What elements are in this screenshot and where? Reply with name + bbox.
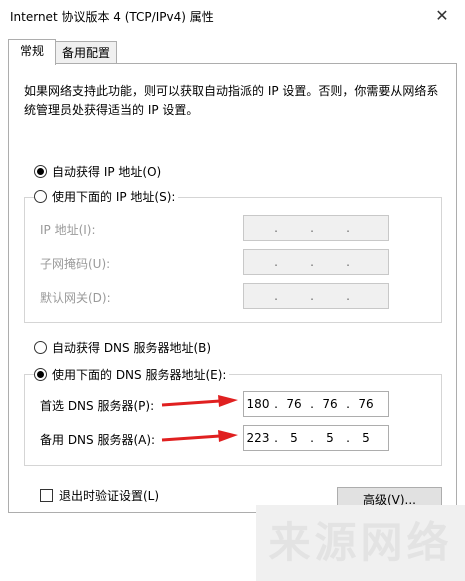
- watermark: 来源网络: [256, 505, 465, 581]
- octet-dot: .: [310, 289, 314, 303]
- preferred-dns-label: 首选 DNS 服务器(P):: [40, 399, 155, 413]
- dns-manual-group: [24, 374, 442, 466]
- octet-dot: .: [310, 431, 314, 445]
- octet: 180: [246, 397, 270, 411]
- dns-manual-label: 使用下面的 DNS 服务器地址(E):: [52, 368, 227, 382]
- octet: 5: [362, 431, 370, 445]
- validate-on-exit-checkbox[interactable]: 退出时验证设置(L): [40, 487, 159, 504]
- radio-unchecked-icon: [34, 190, 47, 203]
- octet: 76: [322, 397, 338, 411]
- tab-alternate-config-label: 备用配置: [61, 46, 110, 60]
- octet-dot: .: [346, 289, 350, 303]
- octet-dot: .: [310, 221, 314, 235]
- checkbox-icon: [40, 489, 53, 502]
- alternate-dns-label: 备用 DNS 服务器(A):: [40, 433, 156, 447]
- octet: 76: [286, 397, 302, 411]
- octet-dot: .: [274, 289, 278, 303]
- ip-manual-label: 使用下面的 IP 地址(S):: [52, 190, 176, 204]
- ip-address-input: . . .: [243, 215, 389, 241]
- octet: 5: [290, 431, 298, 445]
- radio-checked-icon: [34, 165, 47, 178]
- ip-manual-radio[interactable]: 使用下面的 IP 地址(S):: [34, 188, 179, 205]
- octet-dot: .: [346, 255, 350, 269]
- default-gateway-label: 默认网关(D):: [40, 291, 111, 305]
- validate-on-exit-label: 退出时验证设置(L): [59, 489, 160, 503]
- dns-manual-radio[interactable]: 使用下面的 DNS 服务器地址(E):: [34, 366, 230, 383]
- radio-unchecked-icon: [34, 341, 47, 354]
- octet: 223: [246, 431, 270, 445]
- octet-dot: .: [310, 255, 314, 269]
- octet: 76: [358, 397, 374, 411]
- description-text: 如果网络支持此功能，则可以获取自动指派的 IP 设置。否则，你需要从网络系统管理…: [24, 84, 439, 117]
- window-title: Internet 协议版本 4 (TCP/IPv4) 属性: [10, 10, 214, 24]
- red-arrow-icon: [161, 430, 238, 442]
- octet-dot: .: [274, 221, 278, 235]
- subnet-mask-input: . . .: [243, 249, 389, 275]
- octet-dot: .: [274, 255, 278, 269]
- alternate-dns-input[interactable]: 223. 5. 5. 5: [243, 425, 389, 451]
- default-gateway-input: . . .: [243, 283, 389, 309]
- dns-auto-radio[interactable]: 自动获得 DNS 服务器地址(B): [34, 339, 211, 356]
- ip-address-label: IP 地址(I):: [40, 223, 96, 237]
- tab-alternate-config[interactable]: 备用配置: [55, 41, 117, 65]
- tab-general[interactable]: 常规: [8, 39, 56, 65]
- octet-dot: .: [274, 431, 278, 445]
- dns-auto-label: 自动获得 DNS 服务器地址(B): [52, 341, 212, 355]
- ip-auto-radio[interactable]: 自动获得 IP 地址(O): [34, 163, 161, 180]
- radio-checked-icon: [34, 368, 47, 381]
- preferred-dns-input[interactable]: 180. 76. 76. 76: [243, 391, 389, 417]
- red-arrow-icon: [161, 395, 238, 407]
- octet-dot: .: [346, 221, 350, 235]
- octet-dot: .: [274, 397, 278, 411]
- octet-dot: .: [346, 397, 350, 411]
- octet: 5: [326, 431, 334, 445]
- close-icon[interactable]: ✕: [428, 4, 456, 28]
- subnet-mask-label: 子网掩码(U):: [40, 257, 111, 271]
- tab-general-label: 常规: [19, 44, 44, 58]
- ip-auto-label: 自动获得 IP 地址(O): [52, 165, 162, 179]
- octet-dot: .: [346, 431, 350, 445]
- octet-dot: .: [310, 397, 314, 411]
- title-bar: Internet 协议版本 4 (TCP/IPv4) 属性 ✕: [0, 0, 465, 32]
